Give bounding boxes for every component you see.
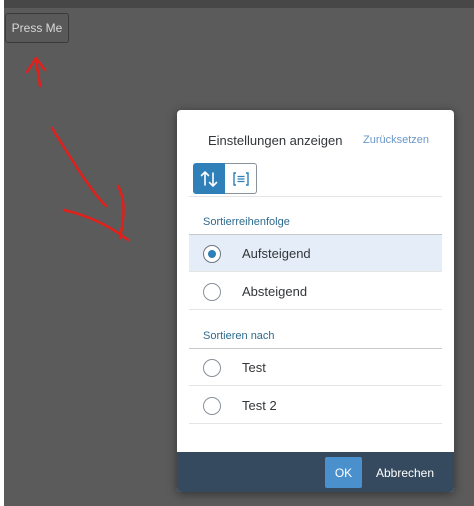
radio-test-2[interactable]	[203, 397, 221, 415]
sort-by-label: Sortieren nach	[203, 330, 275, 342]
press-me-button[interactable]: Press Me	[5, 13, 69, 43]
sort-order-label: Sortierreihenfolge	[203, 216, 290, 228]
group-list-icon	[232, 171, 249, 186]
radio-descending[interactable]	[203, 283, 221, 301]
option-descending-label: Absteigend	[242, 284, 308, 299]
dialog-header: Einstellungen anzeigen Zurücksetzen	[177, 110, 454, 168]
ok-button[interactable]: OK	[325, 457, 362, 488]
radio-test[interactable]	[203, 359, 221, 377]
option-test[interactable]: Test	[189, 349, 442, 386]
radio-ascending[interactable]	[203, 245, 221, 263]
option-test-2-label: Test 2	[242, 398, 277, 413]
dialog-title: Einstellungen anzeigen	[208, 133, 343, 148]
reset-button[interactable]: Zurücksetzen	[363, 134, 429, 146]
tab-group[interactable]	[225, 163, 257, 194]
dialog-footer: OK Abbrechen	[177, 452, 454, 492]
cancel-button[interactable]: Abbrechen	[370, 457, 440, 488]
left-edge	[0, 0, 4, 506]
option-ascending[interactable]: Aufsteigend	[189, 235, 442, 272]
view-settings-dialog: Einstellungen anzeigen Zurücksetzen Sort…	[177, 110, 454, 492]
option-test-2[interactable]: Test 2	[189, 387, 442, 424]
sort-icon	[200, 170, 218, 187]
option-descending[interactable]: Absteigend	[189, 273, 442, 310]
radio-dot	[208, 250, 216, 258]
view-tabs	[193, 163, 257, 194]
top-bar	[0, 0, 474, 8]
option-ascending-label: Aufsteigend	[242, 246, 311, 261]
header-divider	[189, 196, 442, 197]
small-arrow-annotation	[25, 56, 47, 88]
large-arrow-annotation	[50, 126, 130, 242]
tab-sort[interactable]	[193, 163, 225, 194]
option-test-label: Test	[242, 360, 266, 375]
